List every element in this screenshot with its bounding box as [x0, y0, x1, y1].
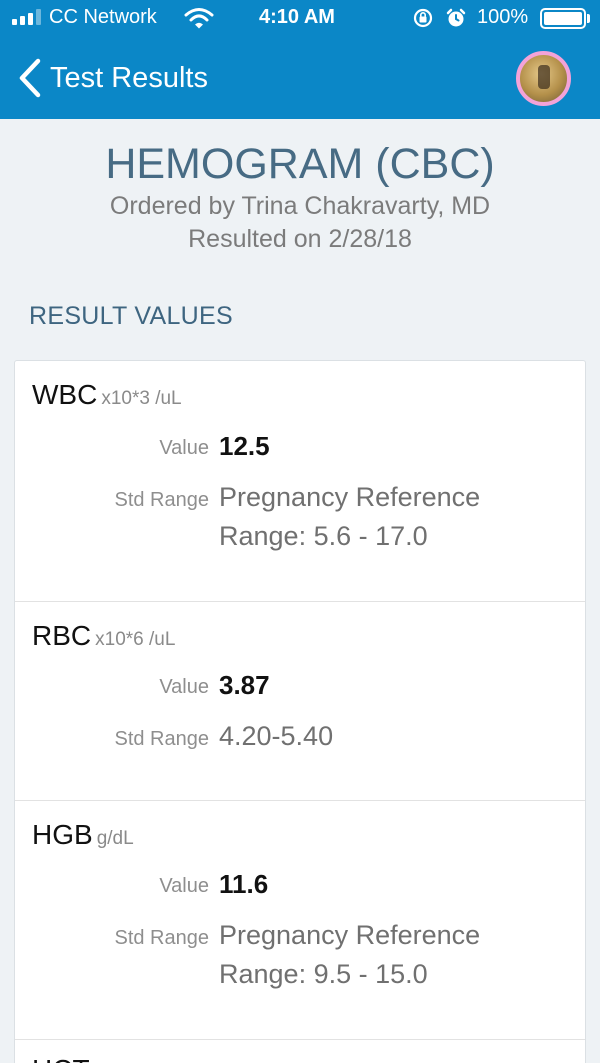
clock-time: 4:10 AM: [259, 6, 335, 28]
result-name: HGB: [32, 819, 93, 850]
avatar-photo: [538, 65, 550, 89]
battery-percent: 100%: [477, 6, 529, 28]
rotation-lock-icon: [412, 7, 434, 35]
result-name: WBC: [32, 379, 98, 410]
result-name-line: RBC x10*6 /uL: [32, 620, 175, 652]
std-range-value: 4.20-5.40: [219, 717, 549, 756]
ordered-by: Ordered by Trina Chakravarty, MD: [109, 192, 491, 220]
section-label: RESULT VALUES: [29, 302, 233, 330]
test-header: HEMOGRAM (CBC) Ordered by Trina Chakrava…: [0, 138, 600, 256]
app-header: CC Network 4:10 AM 100% Test Results: [0, 0, 600, 119]
std-range-label: Std Range: [114, 728, 209, 750]
back-button[interactable]: Test Results: [14, 56, 208, 100]
resulted-on: Resulted on 2/28/18: [188, 225, 412, 253]
result-name-line: WBC x10*3 /uL: [32, 379, 182, 411]
status-bar: CC Network 4:10 AM 100%: [0, 0, 600, 38]
range-line-2: Range: 9.5 - 15.0: [219, 959, 428, 989]
std-range-value: Pregnancy Reference Range: 9.5 - 15.0: [219, 916, 549, 994]
range-line-2: Range: 5.6 - 17.0: [219, 521, 428, 551]
result-value: 12.5: [219, 431, 270, 461]
back-label: Test Results: [50, 61, 208, 94]
result-unit: g/dL: [96, 828, 134, 849]
std-range-label: Std Range: [114, 927, 209, 949]
std-range-value: Pregnancy Reference Range: 5.6 - 17.0: [219, 478, 549, 556]
battery-icon: [540, 8, 586, 29]
signal-bars-icon: [12, 9, 41, 25]
range-line-1: 4.20-5.40: [219, 721, 334, 751]
chevron-left-icon: [19, 58, 41, 98]
result-name: HCT: [32, 1054, 90, 1063]
value-label: Value: [159, 875, 209, 897]
wifi-icon: [184, 7, 214, 35]
value-label: Value: [159, 437, 209, 459]
battery-tip: [587, 14, 590, 23]
result-unit: x10*3 /uL: [101, 388, 182, 409]
result-row: HCT: [15, 1040, 585, 1063]
range-line-1: Pregnancy Reference: [219, 920, 481, 950]
results-card: WBC x10*3 /uL Value 12.5 Std Range Pregna…: [14, 360, 586, 1063]
result-row: WBC x10*3 /uL Value 12.5 Std Range Pregna…: [15, 361, 585, 602]
range-line-1: Pregnancy Reference: [219, 482, 481, 512]
std-range-label: Std Range: [114, 489, 209, 511]
result-row: RBC x10*6 /uL Value 3.87 Std Range 4.20-5…: [15, 602, 585, 801]
alarm-icon: [445, 7, 467, 35]
result-value: 3.87: [219, 670, 270, 700]
result-name-line: HCT: [32, 1054, 90, 1063]
result-name-line: HGB g/dL: [32, 819, 134, 851]
result-row: HGB g/dL Value 11.6 Std Range Pregnancy R…: [15, 801, 585, 1040]
nav-bar: Test Results: [0, 50, 600, 110]
value-label: Value: [159, 676, 209, 698]
result-name: RBC: [32, 620, 92, 651]
result-unit: x10*6 /uL: [95, 629, 176, 650]
page-title: HEMOGRAM (CBC): [105, 140, 495, 188]
avatar[interactable]: [516, 51, 571, 106]
result-value: 11.6: [219, 869, 269, 899]
carrier-name: CC Network: [49, 6, 157, 28]
